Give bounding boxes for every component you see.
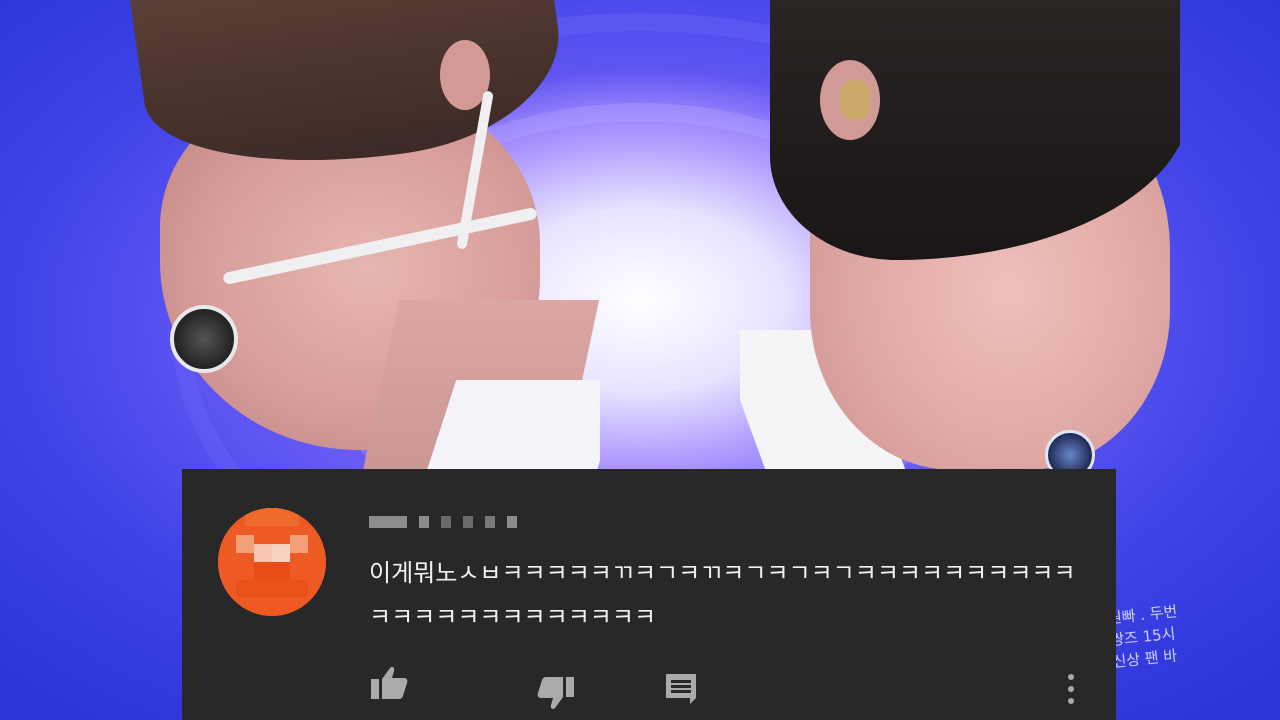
dislike-button[interactable] [534,673,578,717]
more-options-button[interactable] [1049,667,1093,711]
comment-icon [663,671,699,711]
reply-button[interactable] [659,669,703,713]
comment-card: 이게뭐노ㅅㅂㅋㅋㅋㅋㅋㄲㅋㄱㅋㄲㅋㄱㅋㄱㅋㄱㅋㅋㅋㅋㅋㅋㅋㅋㅋㅋㅋㅋㅋㅋㅋㅋㅋㅋ… [182,469,1116,720]
right-performer [740,0,1180,470]
right-earpiece [840,80,870,120]
like-button[interactable] [367,663,411,707]
more-vertical-icon [1068,674,1074,704]
thumbs-up-icon [369,665,409,705]
left-headset-mic [170,305,238,373]
author-name-redacted[interactable] [369,515,517,529]
left-performer [130,0,600,470]
avatar[interactable] [218,508,326,616]
comment-text: 이게뭐노ㅅㅂㅋㅋㅋㅋㅋㄲㅋㄱㅋㄲㅋㄱㅋㄱㅋㄱㅋㅋㅋㅋㅋㅋㅋㅋㅋㅋㅋㅋㅋㅋㅋㅋㅋㅋ… [369,559,1076,631]
thumbs-down-icon [536,675,576,715]
